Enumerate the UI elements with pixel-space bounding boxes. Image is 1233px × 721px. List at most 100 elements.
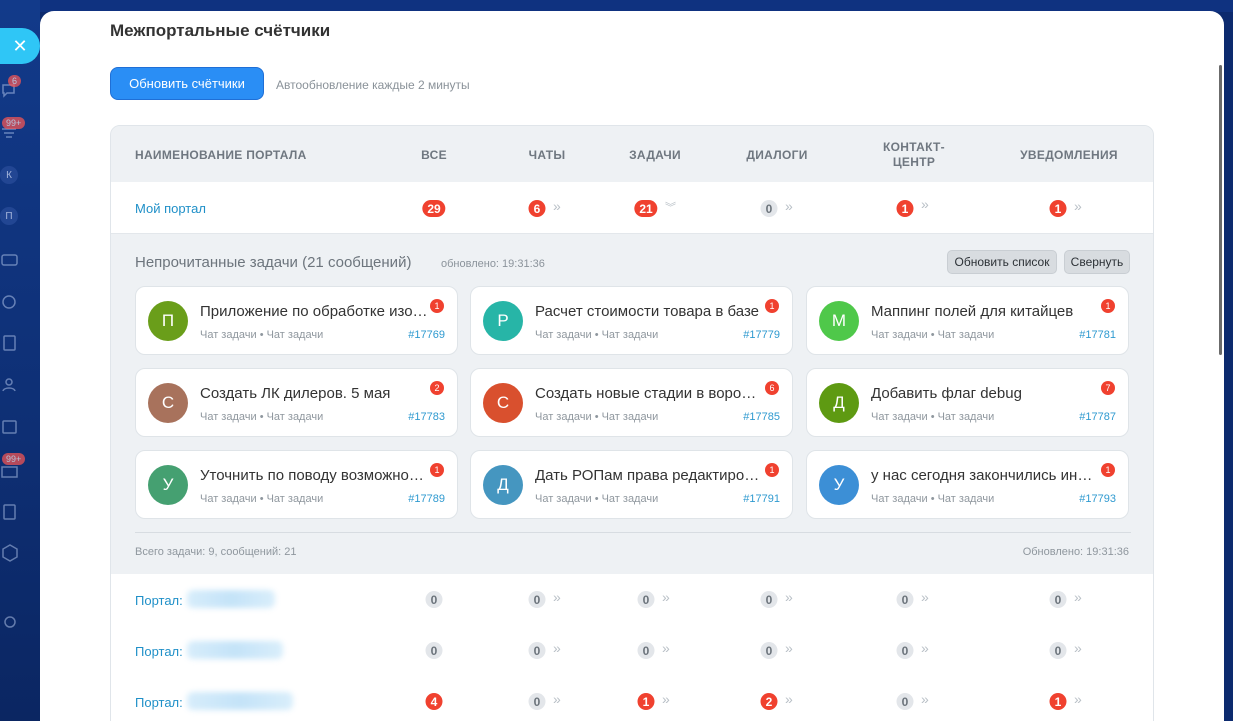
portal-name-blurred[interactable] (187, 692, 293, 710)
task-card[interactable]: С Создать ЛК дилеров. 5 мая Чат задачи • Ч… (135, 368, 458, 437)
users-icon[interactable] (0, 375, 20, 395)
counter-notifications[interactable]: 1 (1049, 693, 1067, 710)
task-card[interactable]: Д Дать РОПам права редактирования Чат зада… (470, 450, 793, 519)
autoupdate-text: Автообновление каждые 2 минуты (276, 78, 470, 92)
double-chevron-right-icon[interactable]: » (921, 692, 929, 706)
double-chevron-right-icon[interactable]: » (662, 590, 670, 604)
table-row[interactable]: Портал: 0 0 » 0 » 0 » 0 » 0 » (111, 625, 1153, 677)
double-chevron-right-icon[interactable]: » (553, 590, 561, 604)
refresh-list-button[interactable]: Обновить список (947, 250, 1057, 274)
double-chevron-right-icon[interactable]: » (553, 199, 561, 213)
double-chevron-right-icon[interactable]: » (1074, 692, 1082, 706)
hexagon-icon[interactable] (0, 543, 20, 563)
double-chevron-right-icon[interactable]: » (785, 199, 793, 213)
task-id-link[interactable]: #17789 (408, 493, 445, 505)
counter-chats[interactable]: 0 (528, 642, 546, 659)
header-notifications: Уведомления (1020, 148, 1118, 162)
counter-notifications[interactable]: 1 (1049, 200, 1067, 217)
portal-link[interactable]: Портал: (135, 695, 183, 710)
divider (135, 532, 1131, 533)
unread-badge: 1 (430, 463, 444, 477)
unread-tasks-updated: обновлено: 19:31:36 (441, 258, 545, 270)
task-card[interactable]: У Уточнить по поводу возможности Чат задач… (135, 450, 458, 519)
double-chevron-right-icon[interactable]: » (662, 641, 670, 655)
task-card[interactable]: С Создать новые стадии в воронке Чат задач… (470, 368, 793, 437)
double-chevron-right-icon[interactable]: » (553, 641, 561, 655)
unread-badge: 7 (1101, 381, 1115, 395)
task-id-link[interactable]: #17769 (408, 329, 445, 341)
counter-all: 0 (425, 642, 443, 659)
double-chevron-right-icon[interactable]: » (785, 590, 793, 604)
counter-chats[interactable]: 0 (528, 591, 546, 608)
double-chevron-right-icon[interactable]: » (785, 692, 793, 706)
counter-tasks[interactable]: 0 (637, 642, 655, 659)
settings-icon[interactable] (0, 612, 20, 632)
counter-dialogs[interactable]: 0 (760, 642, 778, 659)
counter-dialogs[interactable]: 0 (760, 200, 778, 217)
portal-name-blurred[interactable] (187, 641, 283, 659)
unread-badge: 1 (430, 299, 444, 313)
double-chevron-right-icon[interactable]: » (921, 641, 929, 655)
portal-name-blurred[interactable] (187, 590, 275, 608)
counter-tasks[interactable]: 21 (634, 200, 658, 217)
task-id-link[interactable]: #17791 (743, 493, 780, 505)
portal-link[interactable]: Портал: (135, 593, 183, 608)
portal-link-my-portal[interactable]: Мой портал (135, 201, 206, 216)
task-title: Расчет стоимости товара в базе (535, 303, 760, 320)
task-card[interactable]: Уу нас сегодня закончились интеграции Чат… (806, 450, 1129, 519)
calendar-icon[interactable] (0, 417, 20, 437)
counter-notifications[interactable]: 0 (1049, 591, 1067, 608)
task-card[interactable]: Д Добавить флаг debug Чат задачи • Чат зад… (806, 368, 1129, 437)
task-id-link[interactable]: #17779 (743, 329, 780, 341)
task-card[interactable]: П Приложение по обработке изображений Чат … (135, 286, 458, 355)
puzzle-icon[interactable] (0, 292, 20, 312)
counter-contact-center[interactable]: 0 (896, 693, 914, 710)
double-chevron-right-icon[interactable]: » (1074, 199, 1082, 213)
counter-contact-center[interactable]: 0 (896, 642, 914, 659)
double-chevron-down-icon[interactable]: ︾ (665, 201, 676, 215)
close-icon[interactable]: ✕ (0, 28, 40, 64)
counter-dialogs[interactable]: 0 (760, 591, 778, 608)
counter-dialogs[interactable]: 2 (760, 693, 778, 710)
portal-link[interactable]: Портал: (135, 644, 183, 659)
left-sidebar: ✕ 6 99+ К П 99+ (0, 0, 40, 721)
double-chevron-right-icon[interactable]: » (1074, 641, 1082, 655)
task-id-link[interactable]: #17787 (1079, 411, 1116, 423)
double-chevron-right-icon[interactable]: » (553, 692, 561, 706)
task-id-link[interactable]: #17783 (408, 411, 445, 423)
counter-chats[interactable]: 6 (528, 200, 546, 217)
file-icon[interactable] (0, 502, 20, 522)
avatar-k[interactable]: К (0, 166, 18, 184)
double-chevron-right-icon[interactable]: » (662, 692, 670, 706)
task-id-link[interactable]: #17793 (1079, 493, 1116, 505)
avatar-p[interactable]: П (0, 207, 18, 225)
task-chat-label: Чат задачи • Чат задачи (200, 493, 324, 505)
table-row[interactable]: Портал: 0 0 » 0 » 0 » 0 » 0 » (111, 574, 1153, 626)
double-chevron-right-icon[interactable]: » (921, 197, 929, 211)
table-row[interactable]: Портал: 4 0 » 1 » 2 » 0 » 1 » (111, 676, 1153, 721)
task-title: Приложение по обработке изображений (200, 303, 428, 320)
double-chevron-right-icon[interactable]: » (785, 641, 793, 655)
task-card[interactable]: М Маппинг полей для китайцев Чат задачи • … (806, 286, 1129, 355)
avatar: П (148, 301, 188, 341)
refresh-counters-button[interactable]: Обновить счётчики (110, 67, 264, 100)
table-row-my-portal[interactable]: Мой портал 29 6 » 21 ︾ 0 » 1 » 1 » (111, 182, 1153, 234)
counter-contact-center[interactable]: 1 (896, 200, 914, 217)
counter-tasks[interactable]: 1 (637, 693, 655, 710)
document-icon[interactable] (0, 333, 20, 353)
inbox-icon[interactable] (0, 250, 20, 270)
task-id-link[interactable]: #17781 (1079, 329, 1116, 341)
double-chevron-right-icon[interactable]: » (921, 590, 929, 604)
counter-chats[interactable]: 0 (528, 693, 546, 710)
scrollbar[interactable] (1219, 65, 1222, 355)
counter-contact-center[interactable]: 0 (896, 591, 914, 608)
collapse-button[interactable]: Свернуть (1064, 250, 1130, 274)
counter-notifications[interactable]: 0 (1049, 642, 1067, 659)
counter-tasks[interactable]: 0 (637, 591, 655, 608)
task-card[interactable]: Р Расчет стоимости товара в базе Чат задач… (470, 286, 793, 355)
avatar: Р (483, 301, 523, 341)
task-id-link[interactable]: #17785 (743, 411, 780, 423)
double-chevron-right-icon[interactable]: » (1074, 590, 1082, 604)
avatar: Д (483, 465, 523, 505)
mail-icon[interactable] (0, 462, 20, 482)
